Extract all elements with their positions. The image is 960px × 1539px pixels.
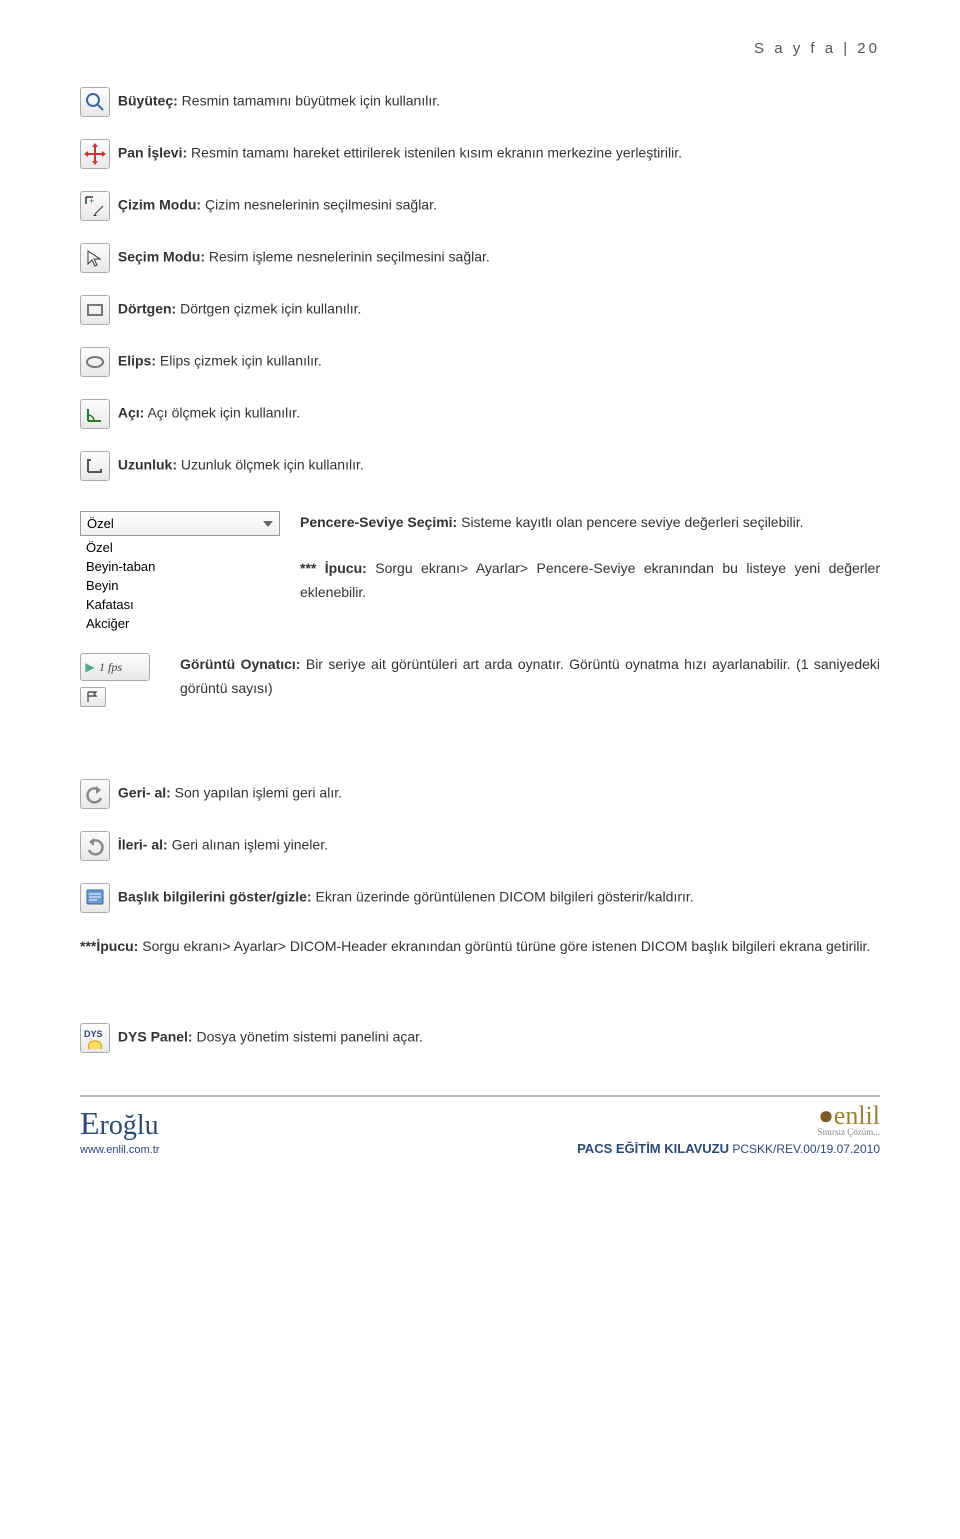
entry-ellipse: Elips: Elips çizmek için kullanılır.	[80, 347, 880, 377]
cine-block: ▶ 1 fps Görüntü Oynatıcı: Bir seriye ait…	[80, 653, 880, 707]
rectangle-icon	[80, 295, 110, 325]
wl-text: Pencere-Seviye Seçimi: Sisteme kayıtlı o…	[300, 511, 880, 604]
pan-icon	[80, 139, 110, 169]
wl-option[interactable]: Akciğer	[80, 614, 280, 633]
magnify-desc: Resmin tamamını büyütmek için kullanılır…	[178, 93, 440, 109]
pan-label: Pan İşlevi:	[118, 145, 187, 161]
chevron-down-icon	[263, 521, 273, 527]
header-tip-desc: Sorgu ekranı> Ayarlar> DICOM-Header ekra…	[138, 938, 870, 954]
header-info-icon	[80, 883, 110, 913]
rect-desc: Dörtgen çizmek için kullanılır.	[176, 301, 361, 317]
wl-label: Pencere-Seviye Seçimi:	[300, 514, 457, 530]
cine-label: Görüntü Oynatıcı:	[180, 656, 300, 672]
entry-magnify: Büyüteç: Resmin tamamını büyütmek için k…	[80, 87, 880, 117]
entry-redo: İleri- al: Geri alınan işlemi yineler.	[80, 831, 880, 861]
rect-label: Dörtgen:	[118, 301, 176, 317]
draw-mode-icon: +	[80, 191, 110, 221]
pan-desc: Resmin tamamı hareket ettirilerek isteni…	[187, 145, 682, 161]
wl-dropdown-list[interactable]: Özel Beyin-taban Beyin Kafatası Akciğer	[80, 536, 280, 635]
footer-doc-info: PACS EĞİTİM KILAVUZU PCSKK/REV.00/19.07.…	[577, 1141, 880, 1156]
angle-desc: Açı ölçmek için kullanılır.	[144, 405, 300, 421]
length-label: Uzunluk:	[118, 457, 177, 473]
undo-label: Geri- al:	[118, 785, 171, 801]
wl-tip-label: *** İpucu:	[300, 560, 367, 576]
undo-desc: Son yapılan işlemi geri alır.	[171, 785, 342, 801]
wl-option[interactable]: Kafatası	[80, 595, 280, 614]
magnify-label: Büyüteç:	[118, 93, 178, 109]
wl-option[interactable]: Beyin-taban	[80, 557, 280, 576]
wl-desc: Sisteme kayıtlı olan pencere seviye değe…	[457, 514, 803, 530]
wl-tip-desc: Sorgu ekranı> Ayarlar> Pencere-Seviye ek…	[300, 560, 880, 600]
footer-doc-rev: PCSKK/REV.00/19.07.2010	[729, 1142, 880, 1156]
dys-desc: Dosya yönetim sistemi panelini açar.	[193, 1029, 423, 1045]
window-level-block: Özel Özel Beyin-taban Beyin Kafatası Akc…	[80, 511, 880, 635]
entry-undo: Geri- al: Son yapılan işlemi geri alır.	[80, 779, 880, 809]
entry-header-toggle: Başlık bilgilerini göster/gizle: Ekran ü…	[80, 883, 880, 913]
entry-rect: Dörtgen: Dörtgen çizmek için kullanılır.	[80, 295, 880, 325]
entry-selmode: Seçim Modu: Resim işleme nesnelerinin se…	[80, 243, 880, 273]
wl-selected-value: Özel	[87, 516, 114, 531]
selmode-desc: Resim işleme nesnelerinin seçilmesini sa…	[205, 249, 490, 265]
footer-left: Eroğlu www.enlil.com.tr	[80, 1105, 159, 1156]
footer-doc-title: PACS EĞİTİM KILAVUZU	[577, 1141, 729, 1156]
wl-dropdown[interactable]: Özel Özel Beyin-taban Beyin Kafatası Akc…	[80, 511, 280, 635]
ellipse-desc: Elips çizmek için kullanılır.	[156, 353, 322, 369]
page-body: S a y f a | 20 Büyüteç: Resmin tamamını …	[0, 0, 960, 1095]
wl-option[interactable]: Beyin	[80, 576, 280, 595]
play-icon: ▶	[81, 660, 99, 674]
wl-dropdown-selected[interactable]: Özel	[80, 511, 280, 536]
cine-text: Görüntü Oynatıcı: Bir seriye ait görüntü…	[180, 653, 880, 701]
ellipse-label: Elips:	[118, 353, 156, 369]
enlil-logo-sub: Sınırsız Çözüm...	[818, 1127, 881, 1137]
header-toggle-label: Başlık bilgilerini göster/gizle:	[118, 889, 312, 905]
svg-text:+: +	[89, 196, 94, 206]
header-tip-label: ***İpucu:	[80, 938, 138, 954]
redo-label: İleri- al:	[118, 837, 168, 853]
cine-play-button[interactable]: ▶ 1 fps	[80, 653, 150, 681]
header-toggle-tip: ***İpucu: Sorgu ekranı> Ayarlar> DICOM-H…	[80, 935, 880, 959]
undo-icon	[80, 779, 110, 809]
page-number: S a y f a | 20	[80, 40, 880, 57]
entry-dys: DYS DYS Panel: Dosya yönetim sistemi pan…	[80, 1023, 880, 1053]
header-toggle-desc: Ekran üzerinde görüntülenen DICOM bilgil…	[312, 889, 694, 905]
footer-right: ●enlil Sınırsız Çözüm... PACS EĞİTİM KIL…	[577, 1101, 880, 1156]
entry-angle: Açı: Açı ölçmek için kullanılır.	[80, 399, 880, 429]
enlil-logo-text: enlil	[834, 1101, 880, 1130]
redo-desc: Geri alınan işlemi yineler.	[168, 837, 328, 853]
selmode-label: Seçim Modu:	[118, 249, 205, 265]
drawmode-label: Çizim Modu:	[118, 197, 201, 213]
eroglu-logo: Eroğlu	[80, 1105, 159, 1142]
wl-option[interactable]: Özel	[80, 538, 280, 557]
flag-icon[interactable]	[80, 687, 106, 707]
angle-label: Açı:	[118, 405, 144, 421]
magnifier-icon	[80, 87, 110, 117]
select-mode-icon	[80, 243, 110, 273]
ellipse-icon	[80, 347, 110, 377]
entry-drawmode: + Çizim Modu: Çizim nesnelerinin seçilme…	[80, 191, 880, 221]
redo-icon	[80, 831, 110, 861]
length-desc: Uzunluk ölçmek için kullanılır.	[177, 457, 364, 473]
footer-url: www.enlil.com.tr	[80, 1144, 159, 1156]
length-icon	[80, 451, 110, 481]
dys-panel-icon: DYS	[80, 1023, 110, 1053]
angle-icon	[80, 399, 110, 429]
page-footer: Eroğlu www.enlil.com.tr ●enlil Sınırsız …	[0, 1095, 960, 1166]
drawmode-desc: Çizim nesnelerinin seçilmesini sağlar.	[201, 197, 437, 213]
dys-label: DYS Panel:	[118, 1029, 193, 1045]
enlil-logo: ●enlil Sınırsız Çözüm...	[818, 1101, 881, 1137]
cine-fps-value: 1 fps	[99, 660, 122, 675]
cine-widget: ▶ 1 fps	[80, 653, 160, 707]
entry-length: Uzunluk: Uzunluk ölçmek için kullanılır.	[80, 451, 880, 481]
entry-pan: Pan İşlevi: Resmin tamamı hareket ettiri…	[80, 139, 880, 169]
